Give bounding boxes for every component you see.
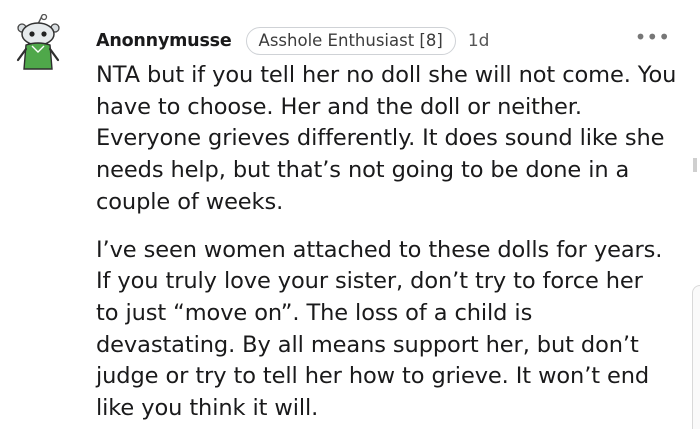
avatar[interactable]: [8, 13, 70, 72]
more-horizontal-icon[interactable]: •••: [635, 27, 670, 47]
side-panel-edge: [692, 285, 700, 429]
user-flair-badge: Asshole Enthusiast [8]: [245, 27, 456, 55]
scroll-indicator: [693, 158, 697, 172]
comment-header: Anonnymusse Asshole Enthusiast [8] 1d: [96, 26, 489, 56]
comment-paragraph: NTA but if you tell her no doll she will…: [96, 62, 677, 215]
comment-paragraph: I’ve seen women attached to these dolls …: [96, 236, 663, 422]
snoo-avatar-icon: [16, 13, 60, 70]
comment-body: NTA but if you tell her no doll she will…: [96, 60, 686, 425]
comment-timestamp: 1d: [467, 31, 490, 51]
author-username[interactable]: Anonnymusse: [96, 31, 232, 51]
